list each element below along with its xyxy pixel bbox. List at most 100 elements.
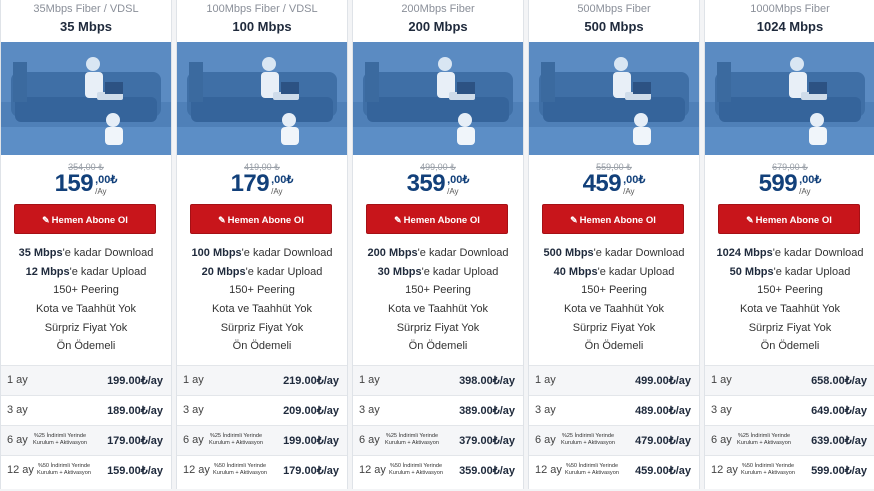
plan-row[interactable]: 12 ay %50 İndirimli Yerinde Kurulum + Akt… (705, 455, 874, 485)
plan-note: %25 İndirimli Yerinde Kurulum + Aktivasyo… (737, 433, 791, 446)
plan-photo (705, 42, 874, 155)
pencil-icon: ✎ (218, 215, 226, 225)
pencil-icon: ✎ (570, 215, 578, 225)
plan-duration: 12 ay (711, 464, 738, 476)
plan-subtitle: 35Mbps Fiber / VDSL (33, 3, 139, 15)
feature-bold: 500 Mbps (543, 247, 594, 259)
subscribe-button[interactable]: ✎ Hemen Abone Ol (718, 204, 860, 234)
plan-row[interactable]: 6 ay %25 İndirimli Yerinde Kurulum + Akti… (177, 425, 347, 455)
price-cents: ,00₺ (95, 174, 118, 186)
plan-note: %50 İndirimli Yerinde Kurulum + Aktivasyo… (213, 463, 267, 476)
feature-list: 100 Mbps'e kadar Download 20 Mbps'e kadar… (177, 244, 347, 356)
pencil-icon: ✎ (394, 215, 402, 225)
plan-photo (177, 42, 347, 155)
plan-list: 1 ay 219.00₺/ay 3 ay 209.00₺/ay 6 ay %25… (177, 365, 347, 485)
price-integer: 459 (582, 170, 622, 197)
plan-card: 1000Mbps Fiber 1024 Mbps 679,00 ₺ 599,00… (704, 0, 874, 489)
feature-item: 150+ Peering (177, 281, 347, 300)
price-integer: 179 (230, 170, 270, 197)
plan-note-line1: %25 İndirimli Yerinde (737, 433, 791, 439)
plan-note-line2: Kurulum + Aktivasyon (737, 439, 791, 446)
price-decimal: ,00₺/Ay (799, 174, 822, 197)
plan-note: %50 İndirimli Yerinde Kurulum + Aktivasyo… (389, 463, 443, 476)
plan-duration: 6 ay (711, 434, 732, 446)
plan-price: 479.00₺/ay (635, 435, 691, 447)
feature-item: Kota ve Taahhüt Yok (353, 300, 523, 319)
plan-row[interactable]: 1 ay 499.00₺/ay (529, 365, 699, 395)
feature-text: 'e kadar Download (772, 247, 864, 259)
feature-text: 150+ Peering (757, 284, 823, 297)
plan-note: %50 İndirimli Yerinde Kurulum + Aktivasyo… (37, 463, 91, 476)
feature-item: Ön Ödemeli (705, 337, 874, 356)
subscribe-button[interactable]: ✎ Hemen Abone Ol (14, 204, 156, 234)
feature-item: Ön Ödemeli (1, 337, 171, 356)
plan-row[interactable]: 3 ay 389.00₺/ay (353, 395, 523, 425)
plan-photo (1, 42, 171, 155)
subscribe-button[interactable]: ✎ Hemen Abone Ol (190, 204, 332, 234)
plan-subtitle: 100Mbps Fiber / VDSL (206, 3, 318, 15)
current-price: 599,00₺/Ay (705, 170, 874, 198)
plan-note-line2: Kurulum + Aktivasyon (33, 439, 87, 446)
feature-text: 'e kadar Download (62, 247, 154, 259)
plan-row[interactable]: 3 ay 209.00₺/ay (177, 395, 347, 425)
feature-text: Ön Ödemeli (760, 340, 820, 353)
plan-row[interactable]: 1 ay 219.00₺/ay (177, 365, 347, 395)
price-decimal: ,00₺/Ay (623, 174, 646, 197)
feature-bold: 12 Mbps (25, 265, 70, 278)
feature-list: 500 Mbps'e kadar Download 40 Mbps'e kadar… (529, 244, 699, 356)
subscribe-button[interactable]: ✎ Hemen Abone Ol (542, 204, 684, 234)
feature-item: 150+ Peering (705, 281, 874, 300)
price-cents: ,00₺ (799, 174, 822, 186)
plan-row[interactable]: 1 ay 199.00₺/ay (1, 365, 171, 395)
subscribe-button[interactable]: ✎ Hemen Abone Ol (366, 204, 508, 234)
plan-row[interactable]: 6 ay %25 İndirimli Yerinde Kurulum + Akti… (705, 425, 874, 455)
plan-speed: 1024 Mbps (756, 19, 824, 34)
plan-row[interactable]: 6 ay %25 İndirimli Yerinde Kurulum + Akti… (353, 425, 523, 455)
feature-text: Ön Ödemeli (56, 340, 116, 353)
plan-photo (529, 42, 699, 155)
price-integer: 599 (758, 170, 798, 197)
feature-item: Kota ve Taahhüt Yok (1, 300, 171, 319)
feature-item: 12 Mbps'e kadar Upload (1, 263, 171, 282)
plan-note-line1: %25 İndirimli Yerinde (33, 433, 87, 439)
feature-item: Sürpriz Fiyat Yok (177, 319, 347, 338)
plan-duration: 1 ay (711, 374, 732, 386)
plan-duration: 6 ay (535, 434, 556, 446)
current-price: 179,00₺/Ay (177, 170, 347, 198)
plan-row[interactable]: 1 ay 398.00₺/ay (353, 365, 523, 395)
feature-item: 100 Mbps'e kadar Download (177, 244, 347, 263)
plan-row[interactable]: 3 ay 489.00₺/ay (529, 395, 699, 425)
price-cents: ,00₺ (447, 174, 470, 186)
feature-item: Sürpriz Fiyat Yok (529, 319, 699, 338)
price-cents: ,00₺ (623, 174, 646, 186)
plan-list: 1 ay 199.00₺/ay 3 ay 189.00₺/ay 6 ay %25… (1, 365, 171, 485)
pencil-icon: ✎ (42, 215, 50, 225)
plan-row[interactable]: 3 ay 189.00₺/ay (1, 395, 171, 425)
plan-note-line2: Kurulum + Aktivasyon (565, 469, 619, 476)
plan-row[interactable]: 1 ay 658.00₺/ay (705, 365, 874, 395)
plan-row[interactable]: 12 ay %50 İndirimli Yerinde Kurulum + Akt… (177, 455, 347, 485)
plan-note-line1: %50 İndirimli Yerinde (213, 463, 267, 469)
price-decimal: ,00₺/Ay (271, 174, 293, 197)
feature-text: 'e kadar Upload (597, 265, 675, 278)
feature-text: Kota ve Taahhüt Yok (739, 303, 841, 316)
plan-row[interactable]: 12 ay %50 İndirimli Yerinde Kurulum + Akt… (529, 455, 699, 485)
feature-text: Ön Ödemeli (408, 340, 468, 353)
plan-duration: 6 ay (7, 434, 28, 446)
feature-item: Sürpriz Fiyat Yok (705, 319, 874, 338)
feature-bold: 1024 Mbps (716, 247, 773, 259)
feature-item: Ön Ödemeli (353, 337, 523, 356)
feature-bold: 20 Mbps (201, 265, 246, 278)
plan-row[interactable]: 6 ay %25 İndirimli Yerinde Kurulum + Akti… (1, 425, 171, 455)
plan-row[interactable]: 3 ay 649.00₺/ay (705, 395, 874, 425)
plan-row[interactable]: 6 ay %25 İndirimli Yerinde Kurulum + Akti… (529, 425, 699, 455)
plan-note: %25 İndirimli Yerinde Kurulum + Aktivasyo… (33, 433, 87, 446)
plan-row[interactable]: 12 ay %50 İndirimli Yerinde Kurulum + Akt… (1, 455, 171, 485)
pricing-cards-row: 35Mbps Fiber / VDSL 35 Mbps 354,00 ₺ 159… (0, 0, 874, 491)
feature-text: 150+ Peering (229, 284, 295, 297)
feature-item: Kota ve Taahhüt Yok (529, 300, 699, 319)
plan-note-line1: %50 İndirimli Yerinde (389, 463, 443, 469)
feature-item: Ön Ödemeli (529, 337, 699, 356)
feature-item: 30 Mbps'e kadar Upload (353, 263, 523, 282)
plan-row[interactable]: 12 ay %50 İndirimli Yerinde Kurulum + Akt… (353, 455, 523, 485)
